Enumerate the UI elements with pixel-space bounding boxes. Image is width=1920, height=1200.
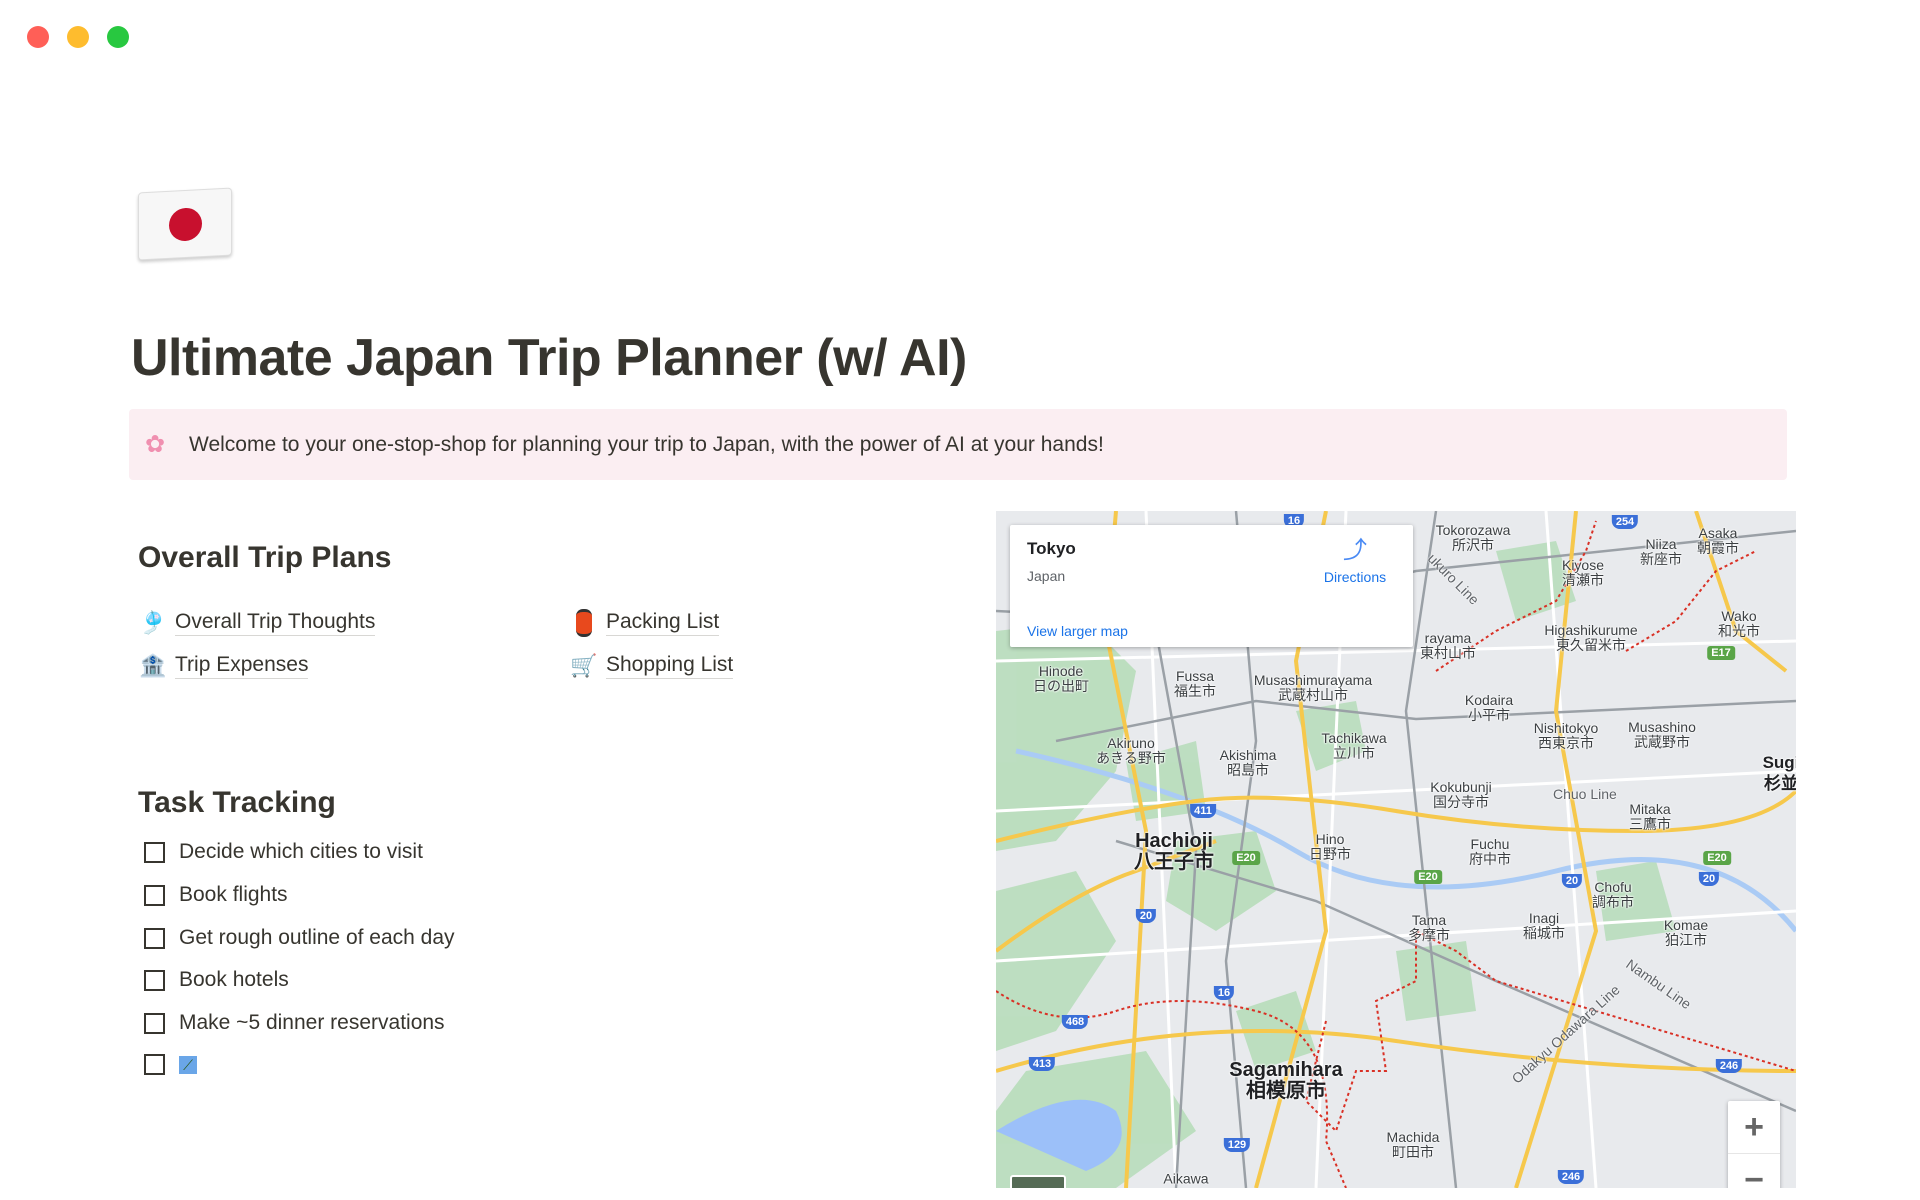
link-trip-expenses[interactable]: 🏦 Trip Expenses <box>139 652 309 680</box>
map-place-label: Tokorozawa 所沢市 <box>1435 522 1511 553</box>
zoom-out-button[interactable]: − <box>1728 1154 1780 1189</box>
todo-item: Get rough outline of each day <box>144 926 455 950</box>
map-place-label: Wako 和光市 <box>1718 608 1760 639</box>
route-shield: 254 <box>1611 515 1639 529</box>
map-place-label: Sugi 杉並 <box>1762 753 1796 793</box>
map-place-label: Kodaira 小平市 <box>1464 692 1514 723</box>
route-shield: E20 <box>1703 851 1731 865</box>
map-place-label: Akiruno あきる野市 <box>1096 735 1166 766</box>
route-shield: 129 <box>1223 1138 1251 1152</box>
route-shield: 20 <box>1698 872 1720 886</box>
map-place-label: Hino 日野市 <box>1309 831 1351 862</box>
map-place-label: Aikawa <box>1163 1170 1209 1187</box>
checkbox[interactable] <box>144 1012 165 1034</box>
minimize-window-button[interactable] <box>67 26 89 48</box>
map-major-place-label: Hachioji 八王子市 <box>1134 830 1214 873</box>
route-shield: 246 <box>1715 1059 1743 1073</box>
map-place-label: Niiza 新座市 <box>1640 536 1682 567</box>
map-place-label: Tachikawa 立川市 <box>1321 730 1387 761</box>
map-place-label: Mitaka 三鷹市 <box>1629 801 1671 832</box>
map-place-label: Hinode 日の出町 <box>1033 663 1089 694</box>
map-place-label: Higashikurume 東久留米市 <box>1544 622 1638 653</box>
cherry-blossom-icon: ✿ <box>145 431 166 458</box>
japan-flag-icon[interactable] <box>138 187 232 261</box>
map-place-label: Fuchu 府中市 <box>1469 836 1511 867</box>
checkbox[interactable] <box>144 969 165 991</box>
map-place-label: Tama 多摩市 <box>1408 912 1450 943</box>
route-shield: E20 <box>1232 851 1260 865</box>
checkbox[interactable] <box>144 841 165 863</box>
satellite-toggle[interactable] <box>1010 1175 1066 1188</box>
todo-item: Book hotels <box>144 968 289 992</box>
map-place-label: Musashino 武蔵野市 <box>1628 719 1696 750</box>
todo-item: Decide which cities to visit <box>144 840 423 864</box>
map-place-label: Komae 狛江市 <box>1663 917 1709 948</box>
route-shield: 20 <box>1561 874 1583 888</box>
link-shopping-list[interactable]: 🛒 Shopping List <box>570 652 734 680</box>
route-shield: 246 <box>1557 1170 1585 1184</box>
map-place-label: Machida 町田市 <box>1386 1129 1440 1160</box>
map-place-label: Inagi 稲城市 <box>1523 910 1565 941</box>
route-shield: 20 <box>1135 909 1157 923</box>
route-shield: 16 <box>1213 986 1235 1000</box>
route-shield: 411 <box>1190 804 1216 818</box>
map-place-card: Tokyo Japan ⤴ Directions View larger map <box>1010 525 1413 647</box>
map-major-place-label: Sagamihara 相模原市 <box>1229 1059 1343 1102</box>
directions-button[interactable]: ⤴ Directions <box>1315 537 1395 586</box>
callout-text: Welcome to your one-stop-shop for planni… <box>189 432 1104 456</box>
view-larger-map-link[interactable]: View larger map <box>1027 623 1128 639</box>
zoom-in-button[interactable]: + <box>1728 1101 1780 1154</box>
directions-icon: ⤴ <box>1343 537 1367 564</box>
link-packing-list[interactable]: Packing List <box>570 609 720 637</box>
task-tracking-heading: Task Tracking <box>138 786 336 819</box>
map-place-label: rayama 東村山市 <box>1420 630 1476 661</box>
place-name: Tokyo <box>1027 539 1076 558</box>
todo-item: ⟋ <box>144 1054 197 1075</box>
map-place-label: Kokubunji 国分寺市 <box>1430 779 1492 810</box>
place-subtitle: Japan <box>1027 568 1066 584</box>
zoom-controls: + − <box>1728 1101 1780 1188</box>
map-place-label: Akishima 昭島市 <box>1219 747 1277 778</box>
close-window-button[interactable] <box>27 26 49 48</box>
wind-chime-icon: 🎐 <box>139 610 167 635</box>
route-shield: E17 <box>1707 646 1735 660</box>
todo-item: Make ~5 dinner reservations <box>144 1011 445 1035</box>
maximize-window-button[interactable] <box>107 26 129 48</box>
map-place-label: Fussa 福生市 <box>1174 668 1216 699</box>
checkbox[interactable] <box>144 884 165 906</box>
shopping-cart-icon: 🛒 <box>570 653 598 678</box>
embedded-map[interactable]: Tokorozawa 所沢市 Niiza 新座市 Asaka 朝霞市 Kiyose 清瀬… <box>996 511 1796 1188</box>
map-place-label: Musashimurayama 武蔵村山市 <box>1253 672 1373 703</box>
red-lantern-icon <box>570 609 598 637</box>
map-place-label: Kiyose 清瀬市 <box>1561 557 1605 588</box>
bank-icon: 🏦 <box>139 653 167 678</box>
checkbox[interactable] <box>144 927 165 949</box>
checkbox[interactable] <box>144 1054 165 1075</box>
map-place-label: Asaka 朝霞市 <box>1697 525 1739 556</box>
trip-plans-heading: Overall Trip Plans <box>138 541 392 574</box>
map-place-label: Chofu 調布市 <box>1592 879 1634 910</box>
map-place-label: Nishitokyo 西東京市 <box>1533 720 1599 751</box>
todo-item: Book flights <box>144 883 288 907</box>
welcome-callout: ✿ Welcome to your one-stop-shop for plan… <box>129 409 1787 480</box>
link-overall-trip-thoughts[interactable]: 🎐 Overall Trip Thoughts <box>139 609 376 637</box>
route-shield: E20 <box>1414 870 1442 884</box>
page-title: Ultimate Japan Trip Planner (w/ AI) <box>131 329 967 387</box>
route-shield: 413 <box>1028 1057 1056 1071</box>
japan-map-icon: ⟋ <box>179 1055 197 1074</box>
route-shield: 468 <box>1061 1015 1089 1029</box>
map-line-label: Chuo Line <box>1553 786 1617 802</box>
